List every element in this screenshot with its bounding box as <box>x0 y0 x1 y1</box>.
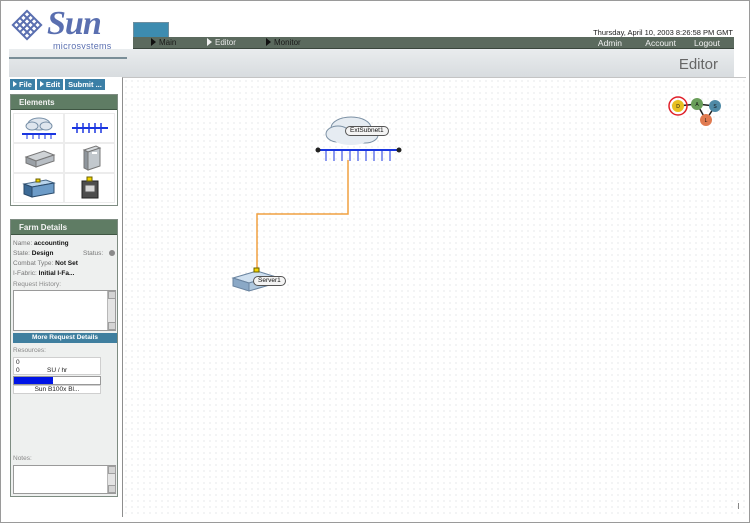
triangle-right-icon <box>266 38 271 46</box>
submit-button[interactable]: Submit ... <box>65 79 105 90</box>
editor-canvas[interactable]: D A S L ExtSubnet1 Server1 <box>122 77 746 517</box>
subnet-label[interactable]: ExtSubnet1 <box>345 126 389 136</box>
palette-storage[interactable] <box>64 173 115 203</box>
server-blade-icon <box>21 178 56 198</box>
elements-panel: Elements <box>10 94 118 206</box>
brand-word: Sun <box>47 5 102 42</box>
scroll-down-icon[interactable] <box>108 322 116 330</box>
resource-cost-value: 0 <box>16 359 20 366</box>
vlan-bus-icon <box>71 123 108 133</box>
status-indicator-icon <box>109 250 115 256</box>
resource-cost-unit: SU / hr <box>47 367 68 374</box>
name-value: accounting <box>33 240 69 247</box>
scroll-down-icon[interactable] <box>108 485 116 493</box>
request-history-scrollbar[interactable] <box>107 291 116 330</box>
elements-title: Elements <box>11 95 117 110</box>
state-key: State: <box>13 250 30 257</box>
request-history-label: Request History: <box>13 281 62 288</box>
resource-cost-box: 0 0 SU / hr <box>13 357 101 375</box>
farm-details-title: Farm Details <box>11 220 117 235</box>
editor-toolbar: File Edit Submit ... <box>10 79 117 90</box>
file-menu-button[interactable]: File <box>10 79 35 90</box>
resource-cost-left: 0 <box>16 367 20 374</box>
nav-monitor-label: Monitor <box>274 38 301 47</box>
palette-loadbalancer[interactable] <box>13 143 64 173</box>
canvas-drawing: D A S L <box>231 96 721 292</box>
app-window: Sun microsystems Thursday, April 10, 200… <box>0 0 750 523</box>
edit-menu-button[interactable]: Edit <box>36 79 64 90</box>
overview-node-d: D <box>676 104 680 110</box>
palette-server-tower[interactable] <box>64 143 115 173</box>
farm-ifabric-row: I-Fabric: Initial I-Fa... <box>13 270 74 277</box>
nav-main-label: Main <box>159 38 177 47</box>
resources-label: Resources: <box>13 347 46 354</box>
page-title: Editor <box>678 56 718 73</box>
elements-grid <box>13 113 115 203</box>
triangle-right-icon <box>13 81 17 87</box>
canvas-resize-handle-icon[interactable] <box>738 503 744 509</box>
triangle-right-icon <box>207 38 212 46</box>
server-tower-icon <box>82 145 101 171</box>
farm-name-row: Name: accounting <box>13 240 69 247</box>
triangle-right-icon <box>39 81 44 87</box>
resource-usage-fill <box>14 377 53 384</box>
notes-label: Notes: <box>13 455 32 462</box>
combat-value: Not Set <box>55 260 78 267</box>
scroll-up-icon[interactable] <box>108 466 116 474</box>
resource-usage-value: 1 <box>52 377 56 384</box>
main-nav: Main Editor Monitor Admin Account Logout <box>133 37 734 49</box>
name-key: Name: <box>13 240 33 247</box>
sun-logo[interactable]: Sun microsystems <box>9 5 119 55</box>
file-label: File <box>19 80 32 89</box>
resource-usage-bar: 1 <box>13 376 101 385</box>
more-request-details-button[interactable]: More Request Details <box>13 333 117 343</box>
ifabric-key: I-Fabric: <box>13 270 37 277</box>
farm-state-row: State: Design <box>13 250 53 257</box>
storage-device-icon <box>81 176 98 199</box>
notes-scrollbar[interactable] <box>107 466 116 493</box>
overview-node-l: L <box>705 118 708 124</box>
subnet-bus[interactable] <box>315 147 402 162</box>
nav-monitor[interactable]: Monitor <box>266 37 301 49</box>
state-value: Design <box>31 250 54 257</box>
combat-key: Combat Type: <box>13 260 54 267</box>
status-key: Status: <box>83 250 104 257</box>
network-link[interactable] <box>256 160 349 273</box>
edit-label: Edit <box>45 80 61 89</box>
sun-diamond-icon <box>11 9 43 41</box>
farm-combat-row: Combat Type: Not Set <box>13 260 78 267</box>
farm-details-panel: Farm Details Name: accounting State: Des… <box>10 219 118 497</box>
cloud-subnet-icon <box>21 117 56 139</box>
account-link[interactable]: Account <box>645 37 676 49</box>
palette-server-blade[interactable] <box>13 173 64 203</box>
scroll-up-icon[interactable] <box>108 291 116 299</box>
load-balancer-icon <box>24 150 55 168</box>
request-history-field[interactable] <box>13 290 116 331</box>
triangle-right-icon <box>151 38 156 46</box>
palette-subnet[interactable] <box>13 113 64 143</box>
farm-status-row: Status: <box>83 250 103 257</box>
title-bar: Editor <box>9 49 734 77</box>
overview-diagram[interactable]: D A S L <box>668 96 721 126</box>
admin-link[interactable]: Admin <box>598 37 622 49</box>
ifabric-value: Initial I-Fa... <box>38 270 75 277</box>
notes-field[interactable] <box>13 465 116 494</box>
nav-main[interactable]: Main <box>151 37 176 49</box>
nav-editor[interactable]: Editor <box>207 37 236 49</box>
header-connector <box>9 57 127 59</box>
server-label[interactable]: Server1 <box>253 276 286 286</box>
nav-editor-label: Editor <box>215 38 236 47</box>
logout-link[interactable]: Logout <box>694 37 720 49</box>
palette-vlan[interactable] <box>64 113 115 143</box>
resource-server-label: Sun B100x Bl... <box>13 385 101 394</box>
datetime: Thursday, April 10, 2003 8:26:58 PM GMT <box>593 28 733 37</box>
